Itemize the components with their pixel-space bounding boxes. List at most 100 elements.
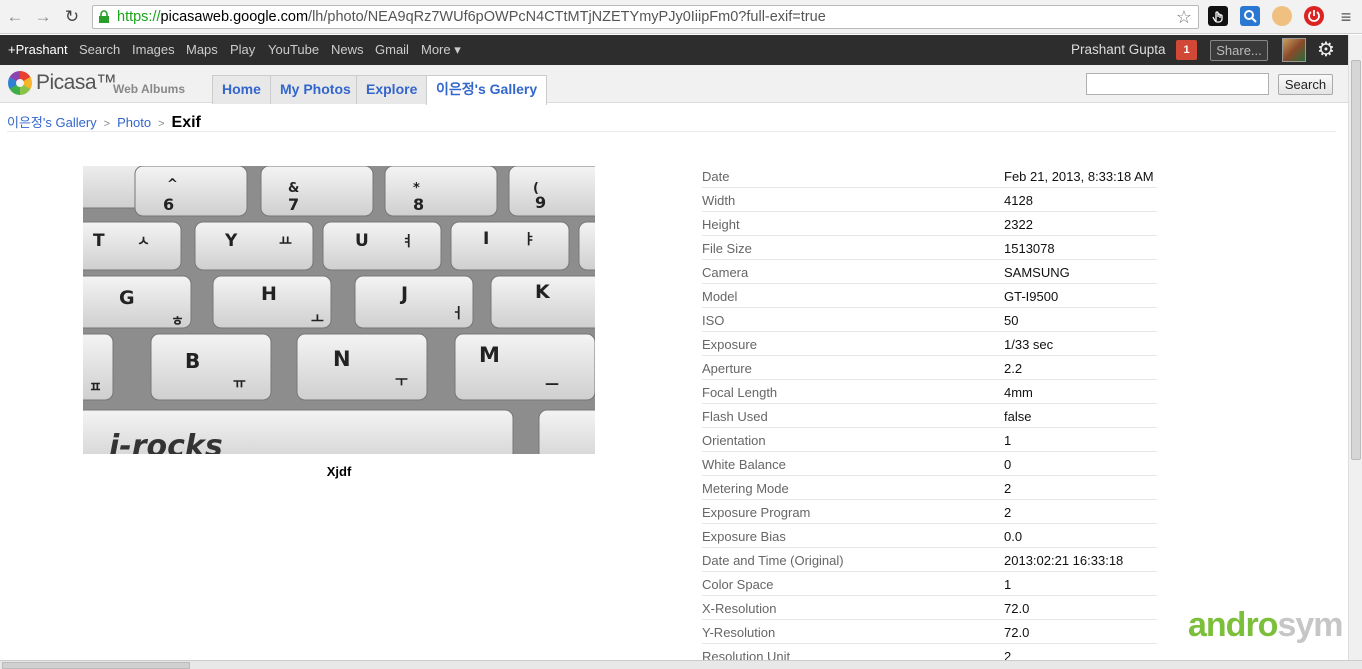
horizontal-scrollbar[interactable] — [0, 660, 1362, 669]
svg-text:9: 9 — [535, 193, 546, 212]
chrome-menu-icon[interactable]: ≡ — [1336, 7, 1356, 27]
scrollbar-thumb[interactable] — [1351, 60, 1361, 460]
exif-row: Height 2322 — [702, 212, 1157, 236]
svg-text:8: 8 — [413, 195, 424, 214]
tab-my-photos[interactable]: My Photos — [270, 75, 361, 104]
page-title: Exif — [171, 114, 201, 131]
photo-keyboard[interactable]: ^ 6 & 7 * 8 (9 Tㅅ Yㅛ Uㅕ Iㅑ Gㅎ Hㅗ Jㅓ K ㅍ Bㅠ … — [83, 166, 595, 454]
svg-text:Y: Y — [224, 231, 238, 251]
exif-value: 2322 — [1004, 217, 1033, 232]
photo-image: ^6 &7 *8 (9 Tㅅ Yㅛ Uㅕ Iㅑ Gㅎ Hㅗ Jㅓ K ㅍ Bㅠ … — [83, 166, 595, 454]
extension-hand-icon[interactable] — [1208, 6, 1228, 26]
back-arrow-icon[interactable]: ← — [5, 7, 25, 27]
exif-value: 1/33 sec — [1004, 337, 1054, 352]
svg-text:ㅅ: ㅅ — [137, 234, 150, 250]
exif-row: Exposure Bias 0.0 — [702, 524, 1157, 548]
exif-value: 0.0 — [1004, 529, 1023, 544]
exif-value: 72.0 — [1004, 601, 1030, 616]
picasa-logo-subtitle: Web Albums — [113, 82, 186, 96]
svg-text:N: N — [333, 347, 351, 371]
exif-key: Date and Time (Original) — [702, 553, 844, 568]
google-bar: +Prashant Search Images Maps Play YouTub… — [0, 35, 1348, 65]
svg-text:ㅓ: ㅓ — [451, 306, 464, 322]
gbar-link-search[interactable]: Search — [79, 42, 120, 57]
svg-text:J: J — [399, 283, 408, 305]
androsym-watermark: androsym — [1188, 606, 1344, 644]
tab-gallery[interactable]: 이은정's Gallery — [426, 75, 548, 105]
exif-row: File Size 1513078 — [702, 236, 1157, 260]
search-input[interactable] — [1086, 73, 1269, 95]
vertical-scrollbar[interactable] — [1348, 35, 1362, 660]
scrollbar-thumb[interactable] — [2, 662, 190, 669]
exif-row: Metering Mode 2 — [702, 476, 1157, 500]
svg-text:B: B — [185, 349, 200, 373]
gbar-link-youtube[interactable]: YouTube — [268, 42, 319, 57]
svg-text:&: & — [288, 181, 299, 196]
exif-key: Y-Resolution — [702, 625, 776, 640]
gbar-link-gmail[interactable]: Gmail — [375, 42, 409, 57]
gbar-link-plus[interactable]: +Prashant — [8, 42, 68, 57]
breadcrumb-separator: > — [103, 118, 111, 130]
exif-value: 2 — [1004, 481, 1012, 496]
exif-value: Feb 21, 2013, 8:33:18 AM — [1004, 169, 1154, 184]
exif-value: 1 — [1004, 433, 1012, 448]
exif-row: Date and Time (Original) 2013:02:21 16:33… — [702, 548, 1157, 572]
exif-key: Width — [702, 193, 736, 208]
gbar-link-more[interactable]: More ▾ — [421, 42, 461, 58]
gear-icon[interactable]: ⚙ — [1317, 37, 1335, 62]
extension-power-icon[interactable] — [1304, 6, 1324, 26]
avatar[interactable] — [1282, 38, 1306, 62]
svg-text:U: U — [355, 231, 369, 251]
exif-row: White Balance 0 — [702, 452, 1157, 476]
exif-row: Orientation 1 — [702, 428, 1157, 452]
breadcrumb-gallery-link[interactable]: 이은정's Gallery — [7, 115, 97, 130]
address-bar[interactable]: https://picasaweb.google.com/lh/photo/NE… — [92, 5, 1199, 29]
extension-screenshot-icon[interactable] — [1240, 6, 1260, 26]
lock-icon — [99, 10, 109, 23]
exif-key: Exposure Program — [702, 505, 811, 520]
breadcrumb-separator: > — [158, 118, 165, 130]
svg-text:M: M — [479, 343, 500, 367]
svg-text:i-rocks: i-rocks — [109, 429, 223, 454]
exif-value: 2.2 — [1004, 361, 1023, 376]
exif-key: File Size — [702, 241, 752, 256]
svg-text:ㅛ: ㅛ — [279, 234, 292, 250]
gbar-link-images[interactable]: Images — [132, 42, 175, 57]
exif-value: 50 — [1004, 313, 1019, 328]
picasa-logo-icon[interactable] — [8, 71, 32, 95]
exif-row: Date Feb 21, 2013, 8:33:18 AM — [702, 164, 1157, 188]
svg-text:H: H — [261, 283, 277, 305]
tab-home[interactable]: Home — [212, 75, 271, 104]
svg-text:ㅕ: ㅕ — [401, 234, 414, 250]
picasa-logo-text[interactable]: Picasa™ — [36, 71, 117, 95]
svg-text:ㅑ: ㅑ — [523, 232, 536, 248]
exif-row: Aperture 2.2 — [702, 356, 1157, 380]
exif-value: 4mm — [1004, 385, 1033, 400]
exif-row: Flash Used false — [702, 404, 1157, 428]
notification-badge[interactable]: 1 — [1176, 40, 1197, 60]
svg-text:I: I — [483, 229, 489, 249]
svg-text:*: * — [413, 181, 420, 196]
breadcrumb: 이은정's Gallery > Photo > Exif — [7, 112, 201, 132]
exif-value: false — [1004, 409, 1032, 424]
search-button[interactable]: Search — [1278, 74, 1333, 95]
exif-value: SAMSUNG — [1004, 265, 1070, 280]
browser-toolbar: ← → ↻ https://picasaweb.google.com/lh/ph… — [0, 0, 1362, 34]
gbar-user-name[interactable]: Prashant Gupta — [1071, 42, 1166, 57]
reload-icon[interactable]: ↻ — [62, 7, 82, 27]
extension-cookie-icon[interactable] — [1272, 6, 1292, 26]
exif-key: Orientation — [702, 433, 766, 448]
tab-explore[interactable]: Explore — [356, 75, 428, 104]
gbar-link-maps[interactable]: Maps — [186, 42, 218, 57]
breadcrumb-photo-link[interactable]: Photo — [117, 115, 151, 130]
svg-text:K: K — [535, 281, 551, 303]
exif-row: Exposure 1/33 sec — [702, 332, 1157, 356]
forward-arrow-icon[interactable]: → — [33, 7, 53, 27]
exif-key: Camera — [702, 265, 749, 280]
share-button[interactable]: Share... — [1210, 40, 1268, 61]
gbar-link-play[interactable]: Play — [230, 42, 255, 57]
exif-value: 2 — [1004, 505, 1012, 520]
bookmark-star-icon[interactable]: ☆ — [1176, 7, 1192, 28]
gbar-link-news[interactable]: News — [331, 42, 364, 57]
svg-text:G: G — [119, 287, 135, 309]
